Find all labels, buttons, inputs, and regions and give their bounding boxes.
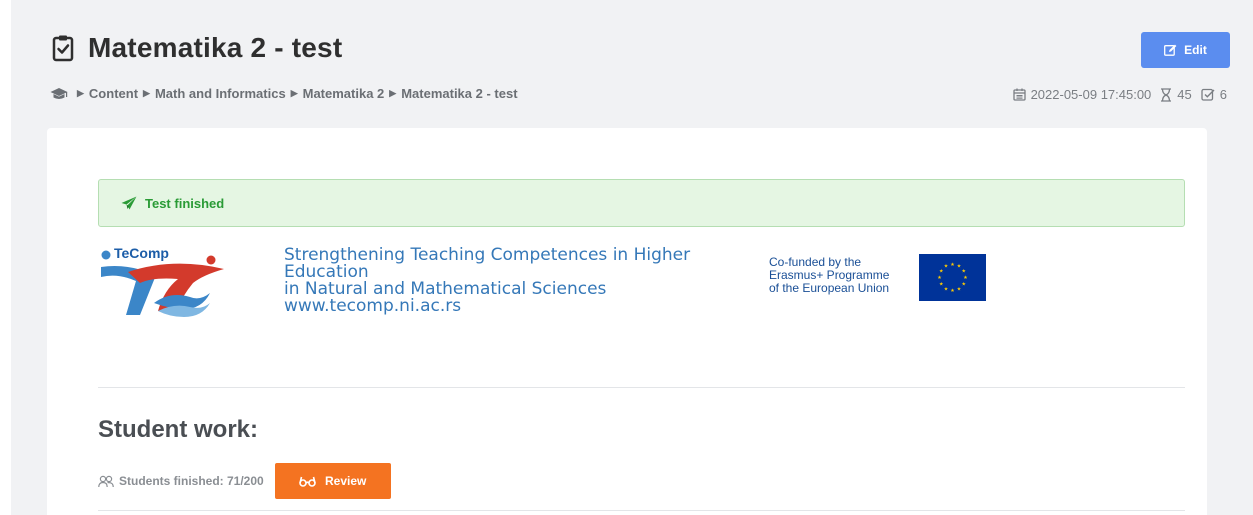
breadcrumb-math-informatics[interactable]: Math and Informatics [155,86,286,101]
edit-icon [1164,44,1177,56]
content-card: Test finished TeComp Strengthening Teach… [47,128,1207,515]
glasses-icon [299,476,316,487]
erasmus-statement: Co-funded by the Erasmus+ Programme of t… [769,256,889,295]
eu-star: ★ [950,262,955,268]
page-title: Matematika 2 - test [88,32,343,63]
test-finished-alert: Test finished [98,179,1185,227]
users-icon [98,475,114,487]
caret-right-icon: ▶ [389,88,397,98]
section-divider [98,510,1185,511]
paper-plane-icon [121,196,137,210]
test-duration: 45 [1177,87,1192,102]
breadcrumb-current: Matematika 2 - test [401,86,518,101]
calendar-icon [1012,88,1026,101]
eu-star: ★ [957,286,962,292]
project-description: Strengthening Teaching Competences in Hi… [284,247,690,315]
review-button[interactable]: Review [274,463,391,499]
clipboard-check-icon [52,35,74,62]
eu-flag-icon: ★★★★★★★★★ ★ ★★ [919,254,986,301]
caret-right-icon: ▶ [143,88,150,98]
svg-text:TeComp: TeComp [114,245,169,261]
project-url: www.tecomp.ni.ac.rs [284,296,462,316]
students-finished-text: Students finished: 71/200 [119,474,264,488]
students-summary: Students finished: 71/200 Review [98,463,391,499]
page-header: Matematika 2 - test [52,32,342,64]
breadcrumb-content[interactable]: Content [89,86,138,101]
test-meta: 2022-05-09 17:45:00 45 6 [1012,87,1227,102]
edit-label: Edit [1184,43,1207,57]
eu-star: ★ [937,275,942,281]
test-questions: 6 [1219,87,1227,102]
left-strip [0,0,11,515]
alert-text: Test finished [145,195,225,211]
caret-right-icon: ▶ [77,88,84,98]
eu-star: ★ [944,264,949,270]
eu-star: ★ [950,288,955,294]
student-work-title: Student work: [98,416,258,443]
section-divider [98,387,1185,388]
eu-star: ★ [939,282,944,288]
graduation-cap-icon[interactable] [50,87,68,101]
hourglass-icon [1161,87,1172,102]
caret-right-icon: ▶ [290,88,298,98]
breadcrumb: ▶ Content ▶ Math and Informatics ▶ Matem… [50,86,518,101]
breadcrumb-matematika-2[interactable]: Matematika 2 [303,86,385,101]
eu-star: ★ [962,269,967,275]
eu-star: ★ [962,282,967,288]
test-datetime: 2022-05-09 17:45:00 [1030,87,1152,102]
review-label: Review [325,474,367,488]
eu-star: ★ [963,275,968,281]
erasmus-line: of the European Union [769,281,890,295]
eu-star: ★ [944,286,949,292]
edit-button[interactable]: Edit [1141,32,1230,68]
check-square-icon [1201,88,1215,101]
project-banner: TeComp Strengthening Teaching Competence… [98,245,998,355]
tecomp-logo: TeComp [101,245,224,317]
